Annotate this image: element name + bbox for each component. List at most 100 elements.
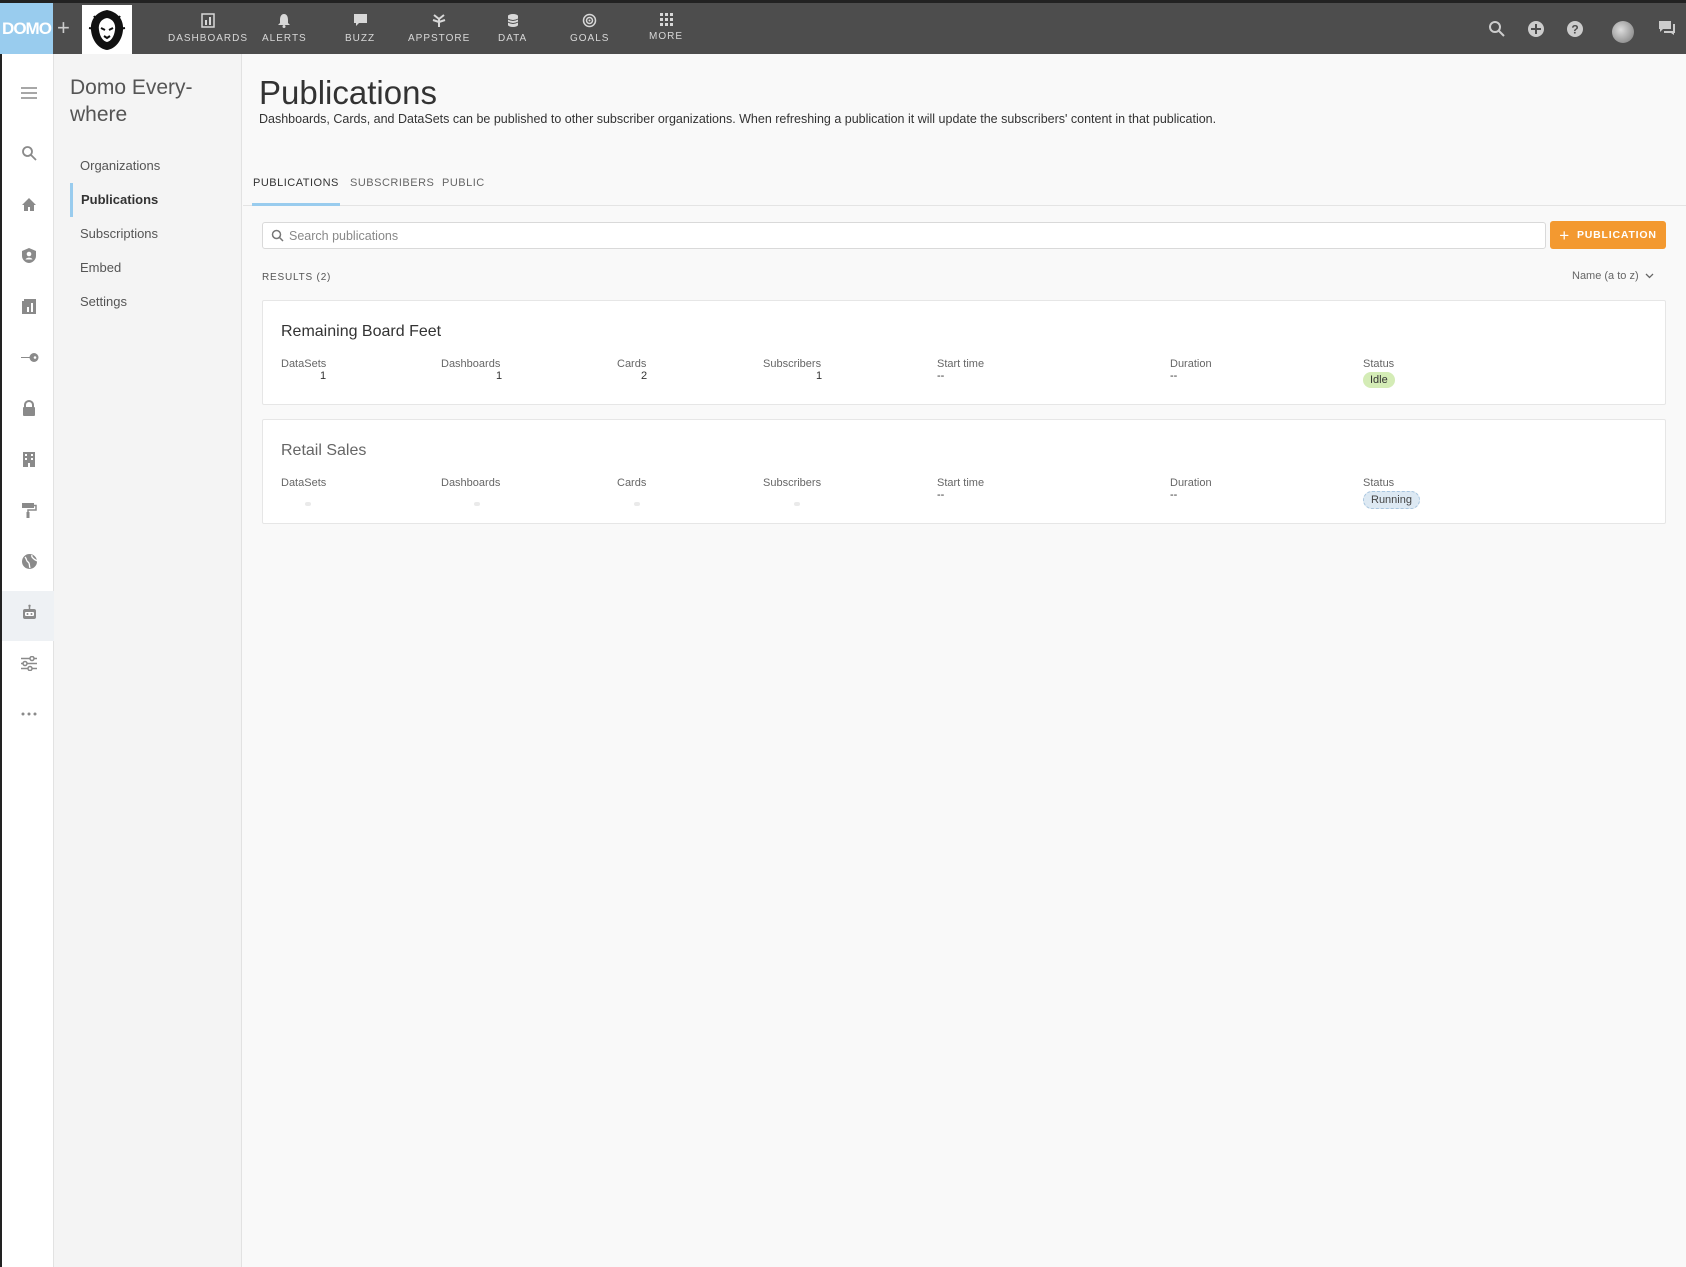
sidebar-item-settings[interactable]: Settings [70,285,240,319]
svg-text:?: ? [1571,23,1578,37]
sidebar-item-organizations[interactable]: Organizations [70,149,240,183]
reports-icon[interactable] [18,295,40,317]
chevron-down-icon [1645,273,1654,279]
sort-label: Name (a to z) [1572,270,1639,282]
stat-label-subscribers: Subscribers [763,477,822,489]
stat-label-cards: Cards [617,358,647,370]
nav-data-label: DATA [498,33,528,44]
database-icon [507,14,518,27]
stat-value-duration: -- [1170,489,1178,501]
nav-appstore[interactable]: APPSTORE [408,13,470,44]
sidebar-item-subscriptions[interactable]: Subscriptions [70,217,240,251]
nav-buzz-label: BUZZ [345,33,376,44]
nav-dashboards[interactable]: DASHBOARDS [168,13,248,44]
tab-publications[interactable]: PUBLICATIONS [252,172,340,206]
search-icon[interactable] [1488,20,1505,42]
nav-more[interactable]: MORE [649,13,683,42]
plus-icon: + [1559,225,1570,245]
stat-value-duration: -- [1170,370,1178,382]
admin-icon-rail: ? [0,54,54,1267]
publication-name[interactable]: Remaining Board Feet [281,323,441,341]
add-publication-button[interactable]: + PUBLICATION [1550,221,1666,249]
appstore-icon [432,14,446,27]
stat-value-start-time: -- [937,489,945,501]
shield-user-icon[interactable] [18,244,40,266]
target-icon [582,13,597,28]
dashboards-icon [201,13,215,28]
loading-placeholder-datasets [305,502,311,506]
buzz-chat-icon[interactable] [1658,20,1676,42]
nav-buzz[interactable]: BUZZ [345,13,375,44]
stat-label-duration: Duration [1170,477,1212,489]
stat-label-duration: Duration [1170,358,1212,370]
status-badge: Idle [1363,372,1395,388]
stat-value-dashboards: 1 [496,370,503,382]
nav-goals[interactable]: GOALS [570,13,609,44]
user-avatar[interactable] [1612,21,1634,43]
tab-subscribers[interactable]: SUBSCRIBERS [349,172,435,206]
globe-icon[interactable] [18,550,40,572]
hamburger-menu-icon[interactable] [18,82,40,104]
chat-bubble-icon [353,14,367,26]
page-description: Dashboards, Cards, and DataSets can be p… [259,112,1217,126]
stat-value-start-time: -- [937,370,945,382]
tab-bar: PUBLICATIONS SUBSCRIBERS PUBLIC [243,172,1686,206]
add-circle-icon[interactable] [1527,20,1545,43]
stat-label-status: Status [1363,477,1395,489]
nav-more-label: MORE [649,31,683,42]
nav-appstore-label: APPSTORE [408,33,471,44]
stat-label-datasets: DataSets [281,358,327,370]
loading-placeholder-subscribers [794,502,800,506]
search-field-icon [271,229,284,242]
building-icon[interactable] [18,448,40,470]
stat-value-subscribers: 1 [816,370,823,382]
rail-search-icon[interactable] [18,142,40,164]
stat-label-status: Status [1363,358,1395,370]
stat-value-cards: 2 [641,370,648,382]
stat-label-dashboards: Dashboards [441,358,501,370]
add-plus-icon[interactable]: + [57,17,70,39]
nav-alerts-label: ALERTS [262,33,307,44]
domo-logo[interactable]: DOMO [0,3,53,54]
loading-placeholder-dashboards [474,502,480,506]
paint-roller-icon[interactable] [18,499,40,521]
stat-label-cards: Cards [617,477,647,489]
search-box [262,222,1546,249]
main-content: Publications Dashboards, Cards, and Data… [243,54,1686,1267]
stat-label-datasets: DataSets [281,477,327,489]
sort-dropdown[interactable]: Name (a to z) [1572,270,1654,282]
loading-placeholder-cards [634,502,640,506]
stat-label-dashboards: Dashboards [441,477,501,489]
nav-goals-label: GOALS [570,33,610,44]
search-publications-input[interactable] [289,223,1539,248]
robot-icon[interactable] [18,601,40,623]
nav-data[interactable]: DATA [498,13,527,44]
top-navigation-bar: DOMO + DASHBOARDS ALERTS BUZZ APPSTORE D… [0,0,1686,54]
lock-icon[interactable] [18,397,40,419]
page-title: Publications [259,74,437,111]
grid-icon [659,13,673,26]
nav-dashboards-label: DASHBOARDS [168,33,249,44]
stat-value-datasets: 1 [320,370,327,382]
sidebar-item-publications[interactable]: Publications [70,183,240,217]
publication-card[interactable]: Remaining Board Feet DataSets 1 Dashboar… [262,300,1666,405]
sidebar-title: Domo Every-where [70,76,193,126]
sidebar-item-embed[interactable]: Embed [70,251,240,285]
tab-public[interactable]: PUBLIC [441,172,486,206]
more-dots-icon[interactable] [18,703,40,725]
stat-label-start-time: Start time [937,358,985,370]
key-icon[interactable] [18,346,40,368]
domo-everywhere-sidebar: Domo Every-where Organizations Publicati… [54,54,242,1267]
results-count: RESULTS (2) [262,272,332,283]
home-icon[interactable] [18,193,40,215]
nav-alerts[interactable]: ALERTS [262,13,307,44]
sliders-icon[interactable] [18,652,40,674]
publication-name[interactable]: Retail Sales [281,442,366,460]
add-publication-label: PUBLICATION [1576,229,1657,241]
help-circle-icon[interactable]: ? [1566,20,1584,43]
status-badge: Running [1363,491,1420,509]
stat-label-subscribers: Subscribers [763,358,822,370]
company-lion-logo[interactable] [82,5,132,54]
publication-card[interactable]: Retail Sales DataSets Dashboards Cards S… [262,419,1666,524]
stat-label-start-time: Start time [937,477,985,489]
